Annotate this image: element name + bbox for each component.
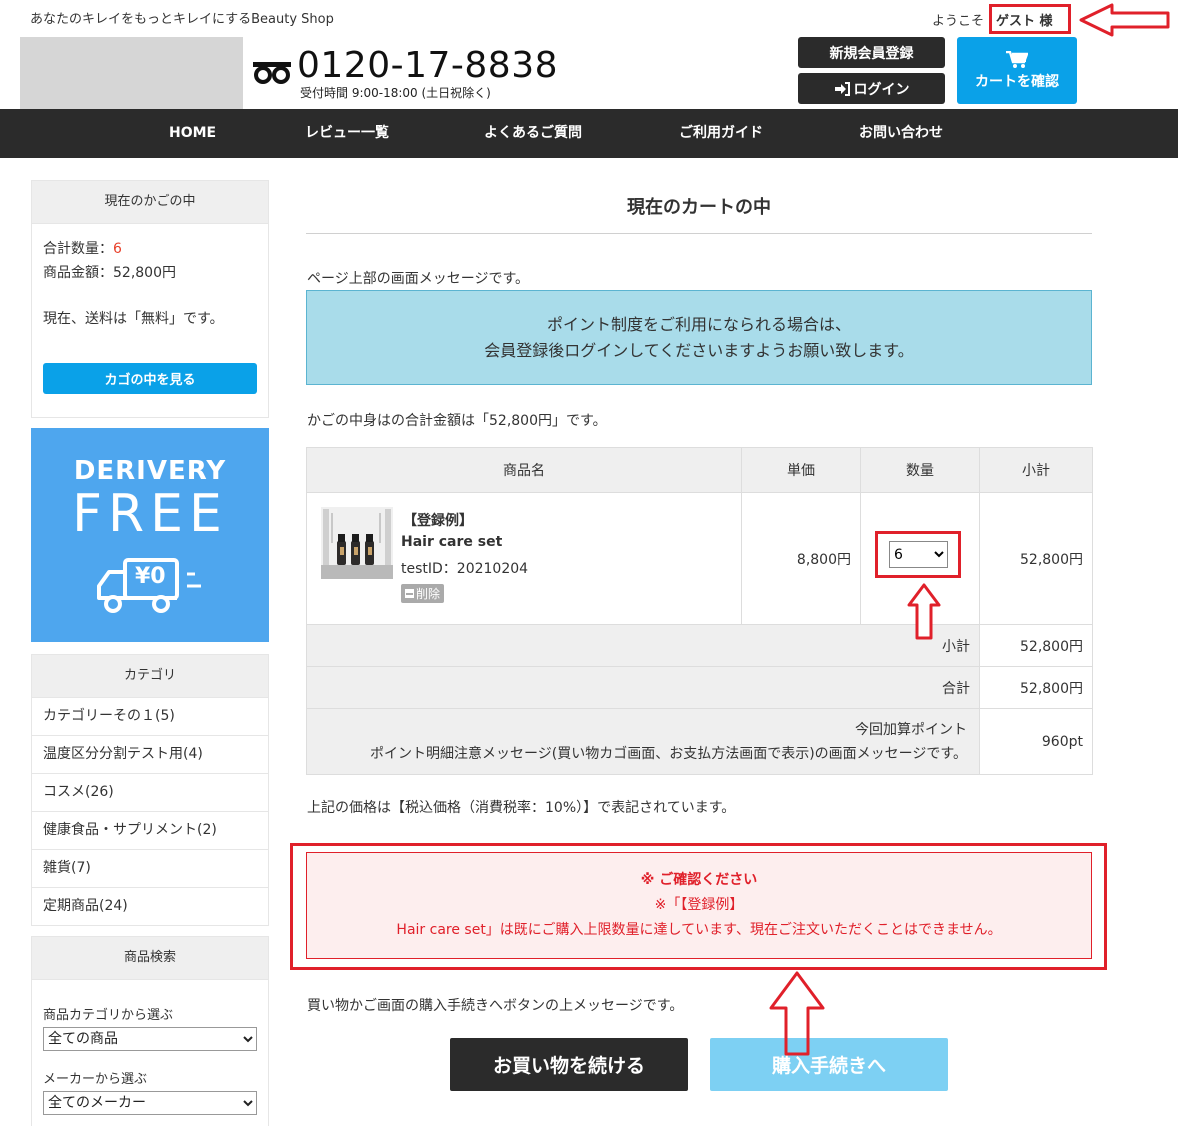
phone-number: 0120-17-8838 <box>297 45 559 86</box>
free-delivery-banner[interactable]: DERIVERY FREE ¥0 <box>31 428 269 642</box>
login-icon <box>834 81 850 96</box>
delete-label: 削除 <box>416 587 441 601</box>
site-tagline: あなたのキレイをもっとキレイにするBeauty Shop <box>30 12 334 27</box>
basket-qty: 合計数量：6 <box>43 238 122 258</box>
alert-line-2: Hair care set」は既にご購入上限数量に達しています、現在ご注文いただ… <box>396 922 1002 938</box>
arrow-up-annotation-icon <box>769 971 825 1056</box>
info-line-1: ポイント制度をご利用になられる場合は、 <box>546 314 851 334</box>
product-cell: 【登録例】 Hair care set testID：20210204 削除 <box>306 492 742 625</box>
category-box-title: カテゴリ <box>32 655 268 698</box>
top-message: ページ上部の画面メッセージです。 <box>307 271 530 287</box>
alert-line-1: ※「【登録例】 <box>654 897 744 913</box>
basket-qty-label: 合計数量： <box>43 241 113 257</box>
guest-highlight-box <box>989 4 1071 34</box>
search-maker-select[interactable]: 全てのメーカー <box>43 1091 257 1115</box>
basket-qty-value: 6 <box>113 241 122 257</box>
sidebar-search-box: 商品検索 商品カテゴリから選ぶ 全ての商品 メーカーから選ぶ 全てのメーカー <box>31 936 269 1126</box>
nav-faq[interactable]: よくあるご質問 <box>484 109 582 158</box>
delete-button[interactable]: 削除 <box>401 584 445 603</box>
product-id: testID：20210204 <box>401 561 529 577</box>
search-category-select[interactable]: 全ての商品 <box>43 1027 257 1051</box>
button-message: 買い物かご画面の購入手続きへボタンの上メッセージです。 <box>307 998 684 1014</box>
points-value: 960pt <box>979 708 1093 775</box>
total-label: 合計 <box>306 666 980 709</box>
quantity-select[interactable]: 6 <box>889 541 948 568</box>
basket-shipping: 現在、送料は「無料」です。 <box>43 311 224 327</box>
banner-line1: DERIVERY <box>73 456 227 486</box>
table-row: 今回加算ポイント ポイント明細注意メッセージ(買い物カゴ画面、お支払方法画面で表… <box>306 708 1093 775</box>
category-item[interactable]: 温度区分分割テスト用(4) <box>32 736 268 774</box>
nav-reviews[interactable]: レビュー一覧 <box>305 109 389 158</box>
purchase-limit-alert: ※ ご確認ください ※「【登録例】 Hair care set」は既にご購入上限… <box>306 852 1092 959</box>
basket-box-title: 現在のかごの中 <box>32 181 268 224</box>
cart-table: 商品名 単価 数量 小計 【登録例】 Hair care set testID：… <box>306 447 1093 775</box>
cart-icon <box>1006 50 1028 68</box>
arrow-left-annotation-icon <box>1079 3 1170 37</box>
cart-table-header: 商品名 単価 数量 小計 <box>306 447 1093 493</box>
register-button[interactable]: 新規会員登録 <box>798 37 945 68</box>
points-cell: 今回加算ポイント ポイント明細注意メッセージ(買い物カゴ画面、お支払方法画面で表… <box>306 708 980 775</box>
quantity-cell: 6 <box>860 492 980 640</box>
product-name[interactable]: Hair care set <box>401 534 502 550</box>
total-value: 52,800円 <box>979 666 1093 709</box>
banner-yen: ¥0 <box>135 564 166 589</box>
table-row: 小計 52,800円 <box>306 624 1093 667</box>
continue-shopping-label: お買い物を続ける <box>492 1055 645 1077</box>
phone-hours: 受付時間 9:00-18:00 (土日祝除く) <box>300 86 491 100</box>
view-cart-button[interactable]: カートを確認 <box>957 37 1077 104</box>
subtotal-value: 52,800円 <box>979 624 1093 667</box>
login-button[interactable]: ログイン <box>798 73 945 104</box>
alert-title: ※ ご確認ください <box>640 872 758 888</box>
basket-amount: 商品金額：52,800円 <box>43 265 176 281</box>
tax-note: 上記の価格は【税込価格（消費税率：10%）】で表記されています。 <box>307 800 736 816</box>
col-header-subtotal: 小計 <box>979 447 1093 493</box>
table-row: 【登録例】 Hair care set testID：20210204 削除 8… <box>306 492 1093 640</box>
points-note: ポイント明細注意メッセージ(買い物カゴ画面、お支払方法画面で表示)の画面メッセー… <box>370 745 967 762</box>
category-item[interactable]: 定期商品(24) <box>32 888 268 925</box>
line-subtotal-cell: 52,800円 <box>979 492 1093 625</box>
table-row: 合計 52,800円 <box>306 666 1093 709</box>
category-item[interactable]: カテゴリーその１(5) <box>32 698 268 736</box>
product-thumbnail[interactable] <box>321 507 393 579</box>
col-header-product: 商品名 <box>306 447 742 493</box>
view-basket-button[interactable]: カゴの中を見る <box>43 363 257 394</box>
subtotal-label: 小計 <box>306 624 980 667</box>
main-navbar: HOME レビュー一覧 よくあるご質問 ご利用ガイド お問い合わせ <box>0 109 1178 158</box>
arrow-up-annotation-icon <box>907 583 941 640</box>
category-item[interactable]: 雑貨(7) <box>32 850 268 888</box>
total-message: かごの中身はの合計金額は「52,800円」です。 <box>307 413 607 429</box>
nav-contact[interactable]: お問い合わせ <box>859 109 943 158</box>
free-dial-icon <box>253 62 291 84</box>
nav-guide[interactable]: ご利用ガイド <box>679 109 763 158</box>
category-item[interactable]: 健康食品・サプリメント(2) <box>32 812 268 850</box>
search-category-label: 商品カテゴリから選ぶ <box>43 1008 174 1023</box>
nav-home[interactable]: HOME <box>169 109 216 158</box>
info-line-2: 会員登録後ログインしてくださいますようお願い致します。 <box>484 340 914 360</box>
product-tag: 【登録例】 <box>403 513 473 529</box>
col-header-qty: 数量 <box>860 447 980 493</box>
page-title: 現在のカートの中 <box>627 197 771 218</box>
search-maker-label: メーカーから選ぶ <box>43 1072 148 1087</box>
banner-line2: FREE <box>72 484 228 544</box>
title-divider <box>306 233 1092 234</box>
points-label: 今回加算ポイント <box>855 721 967 738</box>
site-logo-placeholder[interactable] <box>20 37 243 110</box>
minus-icon <box>405 589 414 598</box>
login-button-label: ログイン <box>853 81 910 98</box>
point-info-box: ポイント制度をご利用になられる場合は、 会員登録後ログインしてくださいますようお… <box>306 290 1092 385</box>
register-button-label: 新規会員登録 <box>829 45 914 62</box>
welcome-text: ようこそ <box>932 14 985 29</box>
continue-shopping-button[interactable]: お買い物を続ける <box>450 1038 688 1091</box>
sidebar-category-box: カテゴリ カテゴリーその１(5) 温度区分分割テスト用(4) コスメ(26) 健… <box>31 654 269 926</box>
category-item[interactable]: コスメ(26) <box>32 774 268 812</box>
col-header-price: 単価 <box>741 447 861 493</box>
view-basket-label: カゴの中を見る <box>104 373 196 388</box>
checkout-button[interactable]: 購入手続きへ <box>710 1038 948 1091</box>
sidebar-basket-box: 現在のかごの中 合計数量：6 商品金額：52,800円 現在、送料は「無料」です… <box>31 180 269 418</box>
search-box-title: 商品検索 <box>32 937 268 980</box>
view-cart-label: カートを確認 <box>975 73 1059 90</box>
unit-price-cell: 8,800円 <box>741 492 861 625</box>
